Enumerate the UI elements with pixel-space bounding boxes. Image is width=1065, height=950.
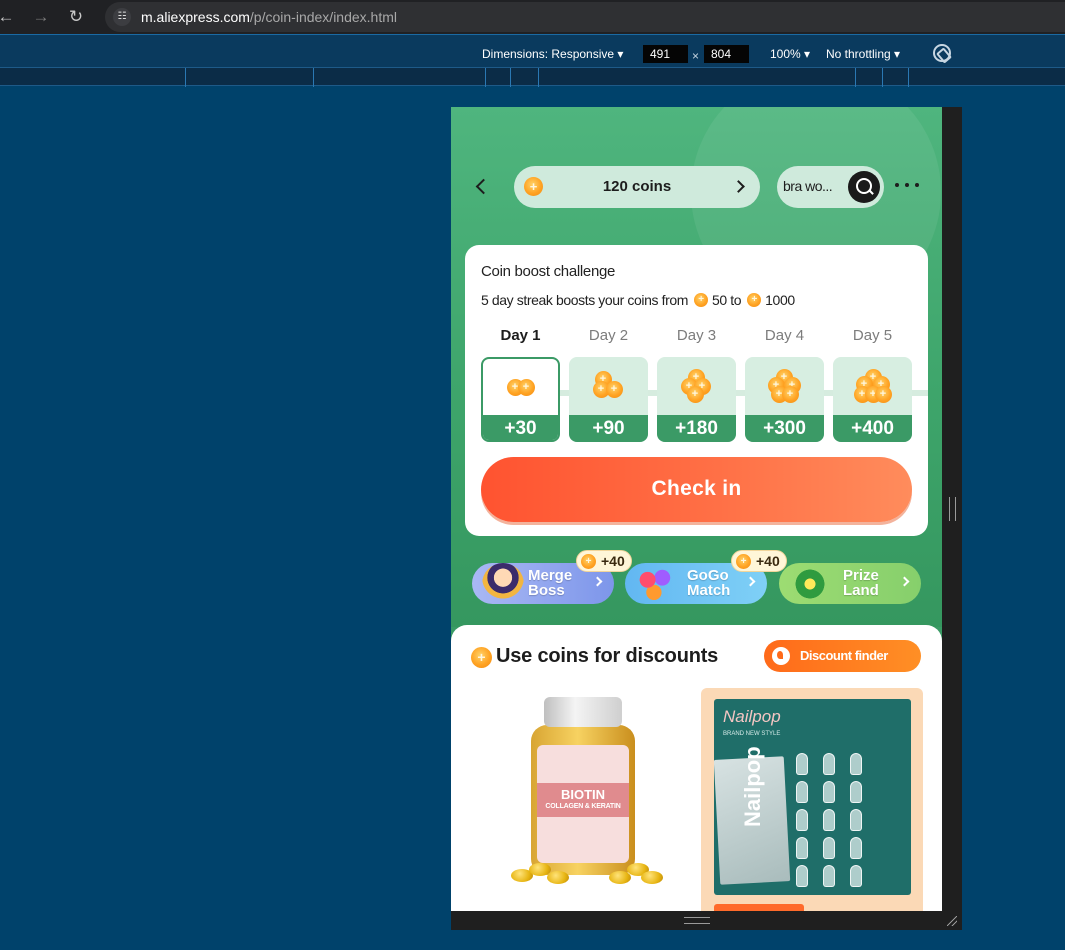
device-resize-handle-bottom[interactable] [451, 911, 962, 930]
address-bar[interactable]: ☷ m.aliexpress.com/p/coin-index/index.ht… [105, 2, 1065, 32]
coin-bonus-badge: +40 [576, 550, 632, 572]
day-reward-box[interactable]: +300 [745, 357, 824, 442]
times-sign: × [692, 49, 700, 63]
product-card[interactable]: Nailpop BRAND NEW STYLE Nailpop [701, 688, 923, 911]
coin-icon [471, 647, 492, 668]
challenge-subtitle: 5 day streak boosts your coins from 50 to… [481, 292, 795, 308]
back-chevron-icon[interactable] [473, 175, 489, 197]
product-subtitle: COLLAGEN & KERATIN [545, 803, 621, 810]
game-label: GoGo Match [687, 568, 767, 598]
dimensions-label: Dimensions: Responsive [482, 47, 615, 61]
more-options-icon[interactable] [895, 182, 921, 190]
brand-logo-part-a: Nail [723, 707, 753, 726]
badge-value: +40 [756, 553, 780, 569]
url-text: m.aliexpress.com/p/coin-index/index.html [141, 9, 397, 25]
check-in-button[interactable]: Check in [481, 457, 912, 522]
search-icon[interactable] [848, 171, 880, 203]
site-info-icon[interactable]: ☷ [113, 8, 131, 26]
challenge-title: Coin boost challenge [481, 263, 616, 280]
back-arrow-icon[interactable]: ← [0, 5, 18, 29]
search-query: bra wo... [783, 178, 833, 194]
coin-stack-icon [680, 369, 714, 403]
coin-icon [581, 554, 596, 569]
day-reward-value: +400 [833, 415, 912, 442]
game-label-line1: Prize [843, 567, 879, 584]
zoom-label: 100% [770, 47, 801, 61]
zoom-dropdown[interactable]: 100% ▾ [770, 47, 810, 61]
coin-stack-icon [592, 369, 626, 401]
discounts-title: Use coins for discounts [496, 645, 719, 667]
device-toolbar: Dimensions: Responsive ▾ 491 × 804 100% … [0, 34, 1065, 67]
day-reward-value: +300 [745, 415, 824, 442]
vertical-brand-text: Nailpop [740, 746, 765, 827]
day-reward-value: +30 [483, 415, 558, 440]
from-value: 50 [712, 292, 727, 308]
discount-finder-button[interactable]: Discount finder [764, 640, 921, 672]
day-label: Day 2 [588, 327, 629, 344]
discounts-section: Use coins for discounts Discount finder … [451, 625, 942, 911]
day-label: Day 4 [764, 327, 805, 344]
coin-stack-icon [767, 369, 803, 403]
game-label: Prize Land [843, 568, 923, 598]
device-resize-handle-right[interactable] [942, 107, 962, 930]
browser-toolbar: ← → ↻ ☷ m.aliexpress.com/p/coin-index/in… [0, 0, 1065, 34]
day-label: Day 1 [500, 327, 541, 344]
dimensions-dropdown[interactable]: Dimensions: Responsive ▾ [482, 47, 623, 61]
day-label: Day 3 [676, 327, 717, 344]
prize-land-icon [789, 563, 831, 605]
coin-boost-card: Coin boost challenge 5 day streak boosts… [465, 245, 928, 536]
nail-tips-grid [794, 753, 906, 891]
coins-balance-pill[interactable]: 120 coins [514, 166, 760, 208]
softgel-pills [511, 859, 663, 885]
reload-icon[interactable]: ↻ [64, 5, 88, 29]
badge-value: +40 [601, 553, 625, 569]
device-viewport: 120 coins bra wo... Coin boost challenge… [451, 107, 942, 911]
coin-icon [747, 293, 762, 307]
coin-stack-icon [506, 371, 536, 401]
product-name: BIOTIN [560, 787, 606, 802]
to-value: 1000 [765, 292, 795, 308]
discount-finder-label: Discount finder [800, 648, 888, 663]
brand-logo: Nailpop [723, 707, 781, 727]
brand-logo-part-b: pop [752, 707, 781, 726]
product-tag [714, 904, 804, 911]
gogo-match-icon [635, 563, 677, 605]
game-label-line2: Land [843, 582, 879, 599]
url-host: m.aliexpress.com [141, 9, 250, 25]
day-reward-box[interactable]: +90 [569, 357, 648, 442]
brand-tagline: BRAND NEW STYLE [723, 731, 781, 737]
media-query-ruler[interactable] [0, 67, 1065, 87]
subtitle-prefix: 5 day streak boosts your coins from [481, 292, 688, 308]
game-prize-land[interactable]: Prize Land [779, 563, 923, 605]
throttling-dropdown[interactable]: No throttling ▾ [826, 47, 900, 61]
merge-boss-icon [482, 563, 524, 605]
day-label: Day 5 [852, 327, 893, 344]
forward-arrow-icon[interactable]: → [29, 5, 53, 29]
coin-icon [736, 554, 751, 569]
game-label-line2: Match [687, 582, 731, 599]
url-path: /p/coin-index/index.html [249, 9, 397, 25]
day-reward-value: +180 [657, 415, 736, 442]
day-reward-value: +90 [569, 415, 648, 442]
coin-stack-icon [853, 369, 892, 403]
day-reward-box[interactable]: +30 [481, 357, 560, 442]
finder-icon [772, 647, 790, 665]
throttling-label: No throttling [826, 47, 891, 61]
width-input[interactable]: 491 [643, 45, 688, 63]
game-merge-boss[interactable]: MergeBoss +40 [472, 550, 632, 605]
product-card[interactable]: BIOTIN COLLAGEN & KERATIN [471, 687, 699, 911]
coin-bonus-badge: +40 [731, 550, 787, 572]
jar-lid [544, 697, 622, 727]
day-reward-box[interactable]: +400 [833, 357, 912, 442]
to-word: to [730, 292, 742, 308]
search-bar[interactable]: bra wo... [777, 166, 884, 208]
day-reward-box[interactable]: +180 [657, 357, 736, 442]
nail-product-box: Nailpop BRAND NEW STYLE Nailpop [713, 699, 911, 895]
coins-balance-label: 120 coins [602, 178, 672, 195]
game-gogo-match[interactable]: GoGoMatch +40 [625, 550, 787, 605]
height-input[interactable]: 804 [704, 45, 749, 63]
coin-icon [694, 293, 708, 307]
rotate-icon[interactable] [933, 44, 951, 62]
